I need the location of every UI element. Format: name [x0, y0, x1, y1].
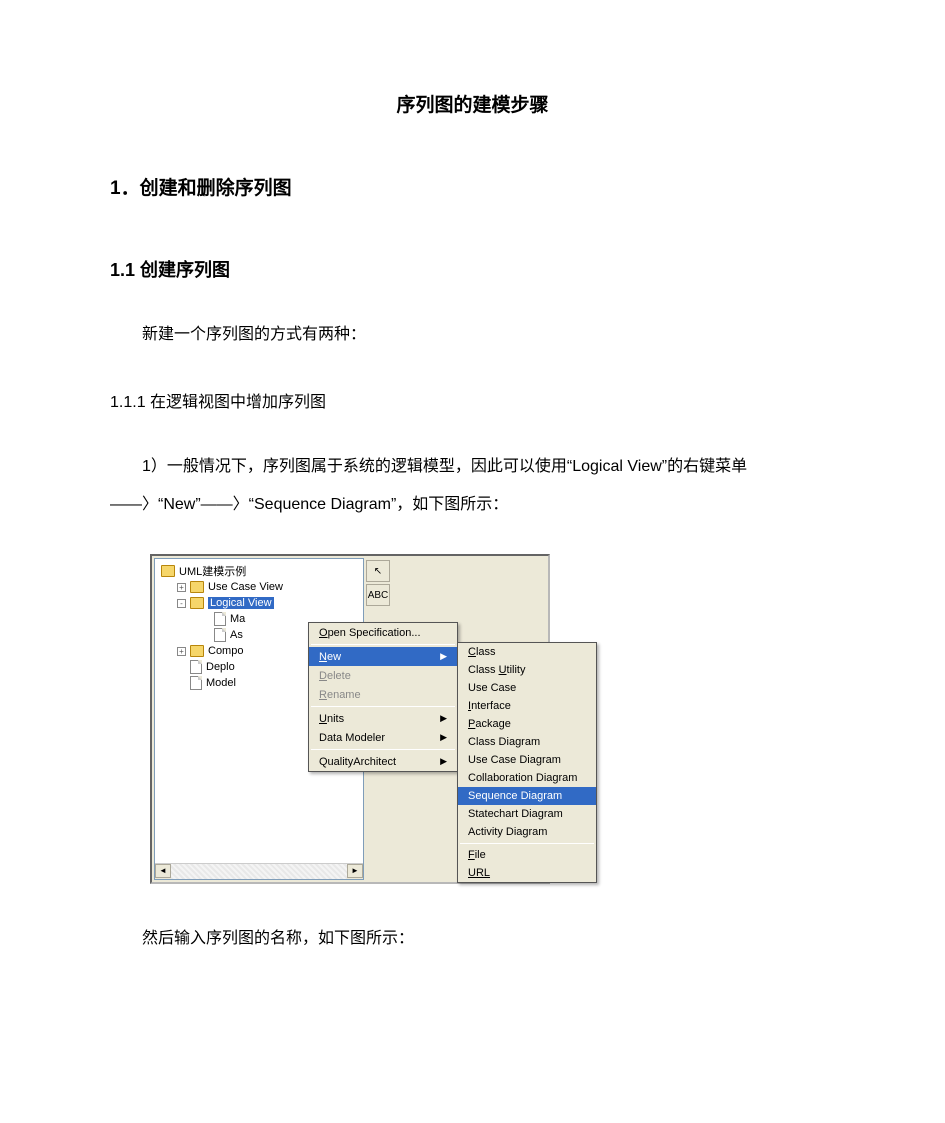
submenu-arrow-icon: ▶ — [440, 651, 447, 662]
tree-label: Use Case View — [208, 581, 283, 593]
file-icon — [214, 628, 226, 642]
submenu-sequence-diagram[interactable]: Sequence Diagram — [458, 787, 596, 805]
tree-item-logical-view[interactable]: - Logical View — [159, 595, 361, 611]
menu-delete: Delete — [309, 666, 457, 685]
menu-separator — [311, 749, 455, 750]
menu-open-specification[interactable]: Open Specification... — [309, 623, 457, 642]
section-1-1-1-heading: 1.1.1 在逻辑视图中增加序列图 — [110, 388, 835, 412]
menu-separator — [460, 843, 594, 844]
submenu-collaboration-diagram[interactable]: Collaboration Diagram — [458, 769, 596, 787]
tree-label: Ma — [230, 613, 245, 625]
tree-label: Deplo — [206, 661, 235, 673]
after-image-para: 然后输入序列图的名称，如下图所示： — [110, 926, 835, 952]
menu-separator — [311, 644, 455, 645]
new-submenu: Class Class Utility Use Case Interface P… — [457, 642, 597, 883]
file-icon — [214, 612, 226, 626]
document-title: 序列图的建模步骤 — [110, 90, 835, 117]
folder-icon — [161, 565, 175, 577]
section-1-heading: 1．创建和删除序列图 — [110, 173, 835, 200]
scroll-track[interactable] — [171, 864, 347, 879]
menu-quality-architect[interactable]: QualityArchitect▶ — [309, 752, 457, 771]
section-1-1-para: 新建一个序列图的方式有两种： — [110, 322, 835, 348]
tree-root[interactable]: UML建模示例 — [159, 563, 361, 579]
submenu-statechart-diagram[interactable]: Statechart Diagram — [458, 805, 596, 823]
text-tool-button[interactable]: ABC — [366, 584, 390, 606]
horizontal-scrollbar[interactable]: ◄ ► — [155, 863, 363, 879]
scroll-left-button[interactable]: ◄ — [155, 864, 171, 878]
submenu-activity-diagram[interactable]: Activity Diagram — [458, 823, 596, 841]
submenu-use-case-diagram[interactable]: Use Case Diagram — [458, 751, 596, 769]
menu-new[interactable]: New▶ — [309, 647, 457, 666]
folder-icon — [190, 597, 204, 609]
submenu-url[interactable]: URL — [458, 864, 596, 882]
submenu-arrow-icon: ▶ — [440, 732, 447, 743]
submenu-class-diagram[interactable]: Class Diagram — [458, 733, 596, 751]
submenu-class-utility[interactable]: Class Utility — [458, 661, 596, 679]
scroll-right-button[interactable]: ► — [347, 864, 363, 878]
menu-separator — [311, 706, 455, 707]
submenu-arrow-icon: ▶ — [440, 756, 447, 767]
rose-screenshot: UML建模示例 + Use Case View - Logical View M… — [150, 554, 550, 884]
submenu-use-case[interactable]: Use Case — [458, 679, 596, 697]
section-1-1-1-para: 1）一般情况下，序列图属于系统的逻辑模型，因此可以使用“Logical View… — [110, 448, 835, 525]
section-1-1-heading: 1.1 创建序列图 — [110, 256, 835, 282]
submenu-arrow-icon: ▶ — [440, 713, 447, 724]
expand-icon[interactable]: - — [177, 599, 186, 608]
pointer-tool-button[interactable]: ↖ — [366, 560, 390, 582]
submenu-file[interactable]: File — [458, 846, 596, 864]
menu-units[interactable]: Units▶ — [309, 709, 457, 728]
menu-rename: Rename — [309, 685, 457, 704]
file-icon — [190, 676, 202, 690]
menu-data-modeler[interactable]: Data Modeler▶ — [309, 728, 457, 747]
tree-item-usecase[interactable]: + Use Case View — [159, 579, 361, 595]
submenu-package[interactable]: Package — [458, 715, 596, 733]
tree-label: Model — [206, 677, 236, 689]
expand-icon[interactable]: + — [177, 583, 186, 592]
tree-label: As — [230, 629, 243, 641]
tree-label: Logical View — [208, 597, 274, 609]
submenu-interface[interactable]: Interface — [458, 697, 596, 715]
file-icon — [190, 660, 202, 674]
context-menu: Open Specification... New▶ Delete Rename… — [308, 622, 458, 772]
tree-label: Compo — [208, 645, 243, 657]
submenu-class[interactable]: Class — [458, 643, 596, 661]
folder-icon — [190, 581, 204, 593]
folder-icon — [190, 645, 204, 657]
expand-icon[interactable]: + — [177, 647, 186, 656]
tree-root-label: UML建模示例 — [179, 563, 246, 579]
